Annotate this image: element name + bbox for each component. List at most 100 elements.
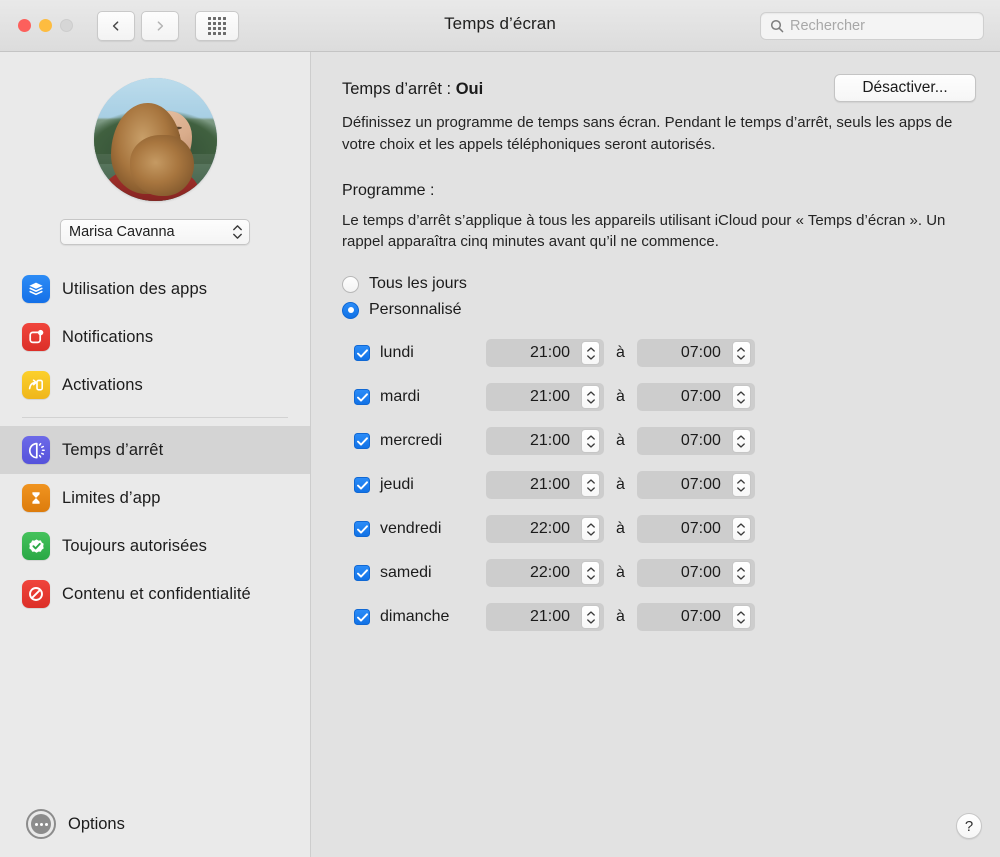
- day-checkbox[interactable]: [354, 521, 370, 537]
- schedule-description: Le temps d’arrêt s’applique à tous les a…: [342, 211, 946, 251]
- stepper-arrows-icon[interactable]: [731, 385, 751, 409]
- user-popup-button[interactable]: Marisa Cavanna: [60, 219, 250, 245]
- day-checkbox[interactable]: [354, 609, 370, 625]
- downtime-status: Temps d’arrêt : Oui: [342, 80, 483, 99]
- sidebar-item-notifications[interactable]: Notifications: [0, 313, 310, 361]
- app-usage-icon: [22, 275, 50, 303]
- day-label: mercredi: [380, 432, 443, 449]
- radio-label: Personnalisé: [369, 301, 462, 318]
- checkmark-icon: [356, 348, 368, 358]
- time-separator-label: à: [616, 388, 625, 405]
- avatar-hair-lower: [130, 134, 195, 197]
- end-time-stepper[interactable]: 07:00: [636, 471, 755, 499]
- search-field[interactable]: Rechercher: [760, 12, 984, 40]
- day-schedule-list: lundi 21:00 à 07:00 mardi 21:00 à 07:00 …: [354, 331, 1000, 639]
- avatar-container: [0, 78, 310, 201]
- options-icon: [26, 809, 56, 839]
- turn-off-button[interactable]: Désactiver...: [834, 74, 976, 102]
- search-placeholder: Rechercher: [790, 18, 865, 34]
- content-privacy-icon: [22, 580, 50, 608]
- start-time-stepper[interactable]: 21:00: [486, 383, 604, 411]
- stepper-arrows-icon[interactable]: [581, 605, 600, 629]
- avatar[interactable]: [93, 78, 217, 201]
- chevron-updown-icon: [233, 225, 242, 239]
- search-icon: [770, 19, 784, 33]
- radio-every-day[interactable]: Tous les jours: [342, 271, 1000, 297]
- checkmark-icon: [356, 436, 368, 446]
- schedule-radio-group: Tous les jours Personnalisé: [342, 271, 1000, 323]
- time-separator-label: à: [616, 564, 625, 581]
- options-label: Options: [68, 814, 125, 833]
- end-time-stepper[interactable]: 07:00: [636, 383, 755, 411]
- stepper-arrows-icon[interactable]: [581, 341, 600, 365]
- day-label: samedi: [380, 564, 432, 581]
- time-separator-label: à: [616, 344, 625, 361]
- sidebar-item-content-privacy[interactable]: Contenu et confidentialité: [0, 570, 310, 618]
- sidebar-item-always-allowed[interactable]: Toujours autorisées: [0, 522, 310, 570]
- sidebar-item-app-usage[interactable]: Utilisation des apps: [0, 265, 310, 313]
- sidebar-item-label: Utilisation des apps: [62, 279, 208, 298]
- stepper-arrows-icon[interactable]: [731, 605, 751, 629]
- sidebar-item-label: Contenu et confidentialité: [62, 584, 251, 603]
- sidebar: Marisa Cavanna Utilisation des apps Noti…: [0, 52, 311, 857]
- downtime-status-prefix: Temps d’arrêt :: [342, 80, 456, 98]
- radio-button: [342, 275, 359, 293]
- stepper-arrows-icon[interactable]: [581, 429, 600, 453]
- table-row: mardi 21:00 à 07:00: [354, 375, 1000, 419]
- start-time-stepper[interactable]: 21:00: [486, 427, 604, 455]
- stepper-arrows-icon[interactable]: [731, 429, 751, 453]
- sidebar-item-app-limits[interactable]: Limites d’app: [0, 474, 310, 522]
- time-separator-label: à: [616, 520, 625, 537]
- checkmark-icon: [356, 480, 368, 490]
- notifications-icon: [22, 323, 50, 351]
- sidebar-item-label: Notifications: [62, 327, 154, 346]
- start-time-stepper[interactable]: 21:00: [486, 603, 604, 631]
- sidebar-list: Utilisation des apps Notifications Activ…: [0, 265, 310, 618]
- sidebar-item-pickups[interactable]: Activations: [0, 361, 310, 409]
- sidebar-item-downtime[interactable]: Temps d’arrêt: [0, 426, 310, 474]
- user-name: Marisa Cavanna: [69, 224, 175, 240]
- start-time-stepper[interactable]: 22:00: [486, 515, 604, 543]
- downtime-status-value: Oui: [455, 80, 484, 98]
- stepper-arrows-icon[interactable]: [581, 517, 600, 541]
- end-time-stepper[interactable]: 07:00: [636, 559, 755, 587]
- time-separator-label: à: [616, 432, 625, 449]
- stepper-arrows-icon[interactable]: [731, 473, 751, 497]
- start-time-stepper[interactable]: 22:00: [486, 559, 604, 587]
- day-checkbox[interactable]: [354, 477, 370, 493]
- stepper-arrows-icon[interactable]: [731, 517, 751, 541]
- day-checkbox[interactable]: [354, 345, 370, 361]
- radio-custom[interactable]: Personnalisé: [342, 297, 1000, 323]
- sidebar-item-label: Temps d’arrêt: [62, 440, 164, 459]
- time-separator-label: à: [616, 476, 625, 493]
- stepper-arrows-icon[interactable]: [581, 561, 600, 585]
- sidebar-item-label: Toujours autorisées: [62, 536, 207, 555]
- day-checkbox[interactable]: [354, 433, 370, 449]
- radio-label: Tous les jours: [369, 275, 467, 292]
- downtime-description: Définissez un programme de temps sans éc…: [342, 114, 953, 153]
- start-time-stepper[interactable]: 21:00: [486, 471, 604, 499]
- downtime-icon: [22, 436, 50, 464]
- time-separator-label: à: [616, 608, 625, 625]
- table-row: mercredi 21:00 à 07:00: [354, 419, 1000, 463]
- day-checkbox[interactable]: [354, 565, 370, 581]
- start-time-stepper[interactable]: 21:00: [486, 339, 604, 367]
- help-button[interactable]: ?: [956, 813, 982, 839]
- table-row: jeudi 21:00 à 07:00: [354, 463, 1000, 507]
- stepper-arrows-icon[interactable]: [731, 341, 751, 365]
- day-label: jeudi: [380, 476, 414, 493]
- sidebar-item-label: Activations: [62, 375, 143, 394]
- options-button[interactable]: Options: [0, 809, 125, 839]
- end-time-stepper[interactable]: 07:00: [636, 603, 755, 631]
- day-checkbox[interactable]: [354, 389, 370, 405]
- stepper-arrows-icon[interactable]: [581, 473, 600, 497]
- checkmark-icon: [356, 612, 368, 622]
- stepper-arrows-icon[interactable]: [731, 561, 751, 585]
- radio-button: [342, 301, 359, 319]
- end-time-stepper[interactable]: 07:00: [636, 427, 755, 455]
- window-titlebar: Temps d’écran Rechercher: [0, 0, 1000, 52]
- day-label: vendredi: [380, 520, 442, 537]
- end-time-stepper[interactable]: 07:00: [636, 339, 755, 367]
- stepper-arrows-icon[interactable]: [581, 385, 600, 409]
- end-time-stepper[interactable]: 07:00: [636, 515, 755, 543]
